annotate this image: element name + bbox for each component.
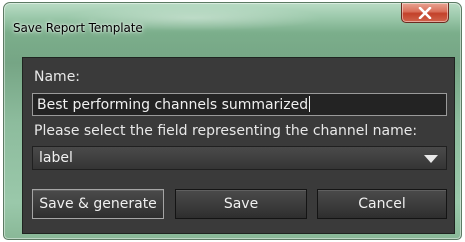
cancel-button[interactable]: Cancel [317, 189, 447, 219]
text-caret [309, 96, 311, 112]
name-input[interactable]: Best performing channels summarized [32, 93, 447, 116]
channel-field-select[interactable]: label [32, 146, 447, 170]
close-button[interactable] [401, 3, 449, 23]
channel-field-label: Please select the field representing the… [34, 123, 418, 139]
channel-field-selected-value: label [39, 150, 73, 166]
name-label: Name: [34, 69, 81, 85]
save-button[interactable]: Save [175, 189, 307, 219]
close-x-icon [418, 6, 432, 19]
window-title: Save Report Template [13, 21, 143, 35]
save-and-generate-button[interactable]: Save & generate [32, 189, 164, 219]
dialog-window: Save Report Template Name: Best performi… [3, 2, 462, 240]
dropdown-arrow-icon [424, 155, 438, 163]
dialog-content: Name: Best performing channels summarize… [22, 57, 455, 234]
name-input-value: Best performing channels summarized [37, 97, 309, 113]
